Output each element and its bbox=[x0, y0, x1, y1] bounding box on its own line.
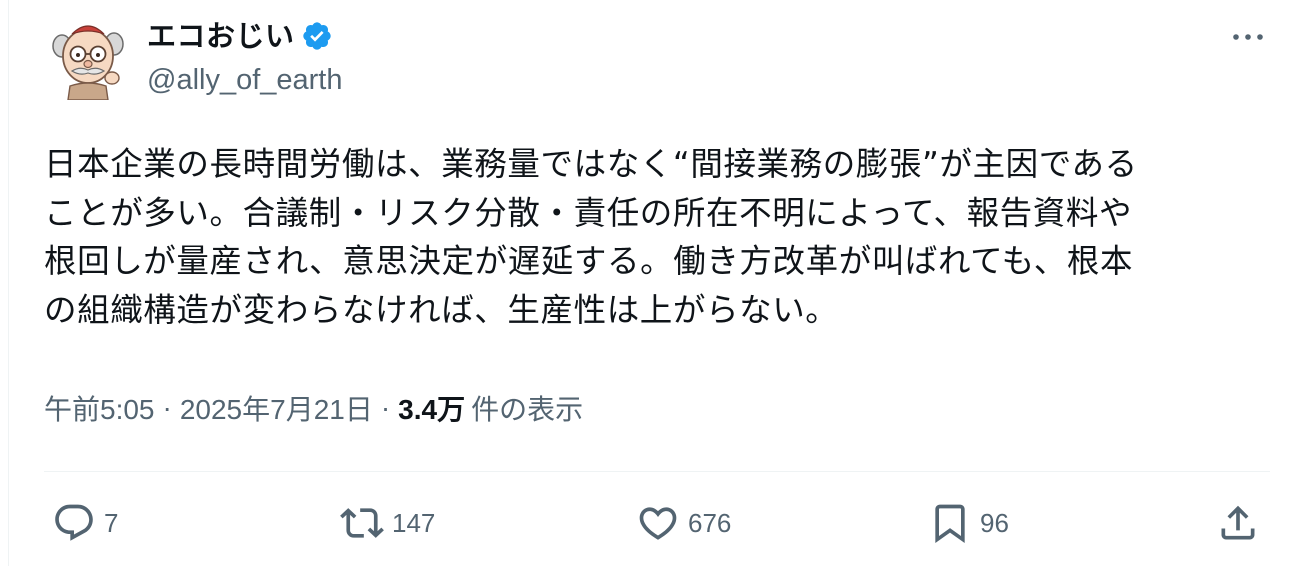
verified-badge-icon[interactable] bbox=[301, 20, 333, 52]
meta-separator: · bbox=[380, 392, 391, 423]
like-button[interactable]: 676 bbox=[636, 498, 731, 548]
reply-icon bbox=[55, 504, 93, 541]
avatar[interactable] bbox=[52, 16, 124, 101]
views-count: 3.4万 bbox=[398, 394, 466, 425]
retweet-count: 147 bbox=[392, 507, 436, 538]
share-button[interactable] bbox=[1216, 498, 1260, 548]
tweet-meta: 午前5:05 · 2025年7月21日 · 3.4万 件の表示 bbox=[44, 386, 583, 430]
name-row: エコおじい bbox=[147, 16, 343, 56]
reply-count: 7 bbox=[104, 507, 119, 538]
heart-icon bbox=[639, 507, 677, 540]
display-name[interactable]: エコおじい bbox=[147, 16, 295, 56]
retweet-button[interactable]: 147 bbox=[340, 498, 435, 548]
divider bbox=[44, 471, 1270, 472]
retweet-icon bbox=[340, 508, 384, 538]
tweet-time[interactable]: 午前5:05 bbox=[44, 388, 155, 428]
meta-separator: · bbox=[162, 392, 172, 423]
tweet-text: 日本企業の長時間労働は、業務量ではなく“間接業務の膨張”が主因である ことが多い… bbox=[44, 145, 1138, 329]
tweet-card: エコおじい @ally_of_earth 日本企業の長時間労働は、業務量ではなく… bbox=[0, 0, 1300, 566]
bookmark-icon bbox=[935, 504, 965, 544]
avatar-cartoon-old-man-icon bbox=[52, 25, 124, 101]
more-options-icon[interactable] bbox=[1230, 24, 1266, 50]
bookmark-count: 96 bbox=[980, 507, 1009, 538]
like-count: 676 bbox=[688, 507, 732, 538]
timeline-border bbox=[8, 0, 9, 566]
views-label: 件の表示 bbox=[471, 394, 584, 425]
author-block: エコおじい @ally_of_earth bbox=[147, 16, 343, 100]
user-handle[interactable]: @ally_of_earth bbox=[147, 60, 343, 100]
share-icon bbox=[1221, 505, 1255, 540]
reply-button[interactable]: 7 bbox=[52, 498, 118, 548]
tweet-date[interactable]: 2025年7月21日 bbox=[180, 388, 373, 428]
bookmark-button[interactable]: 96 bbox=[928, 498, 1009, 548]
